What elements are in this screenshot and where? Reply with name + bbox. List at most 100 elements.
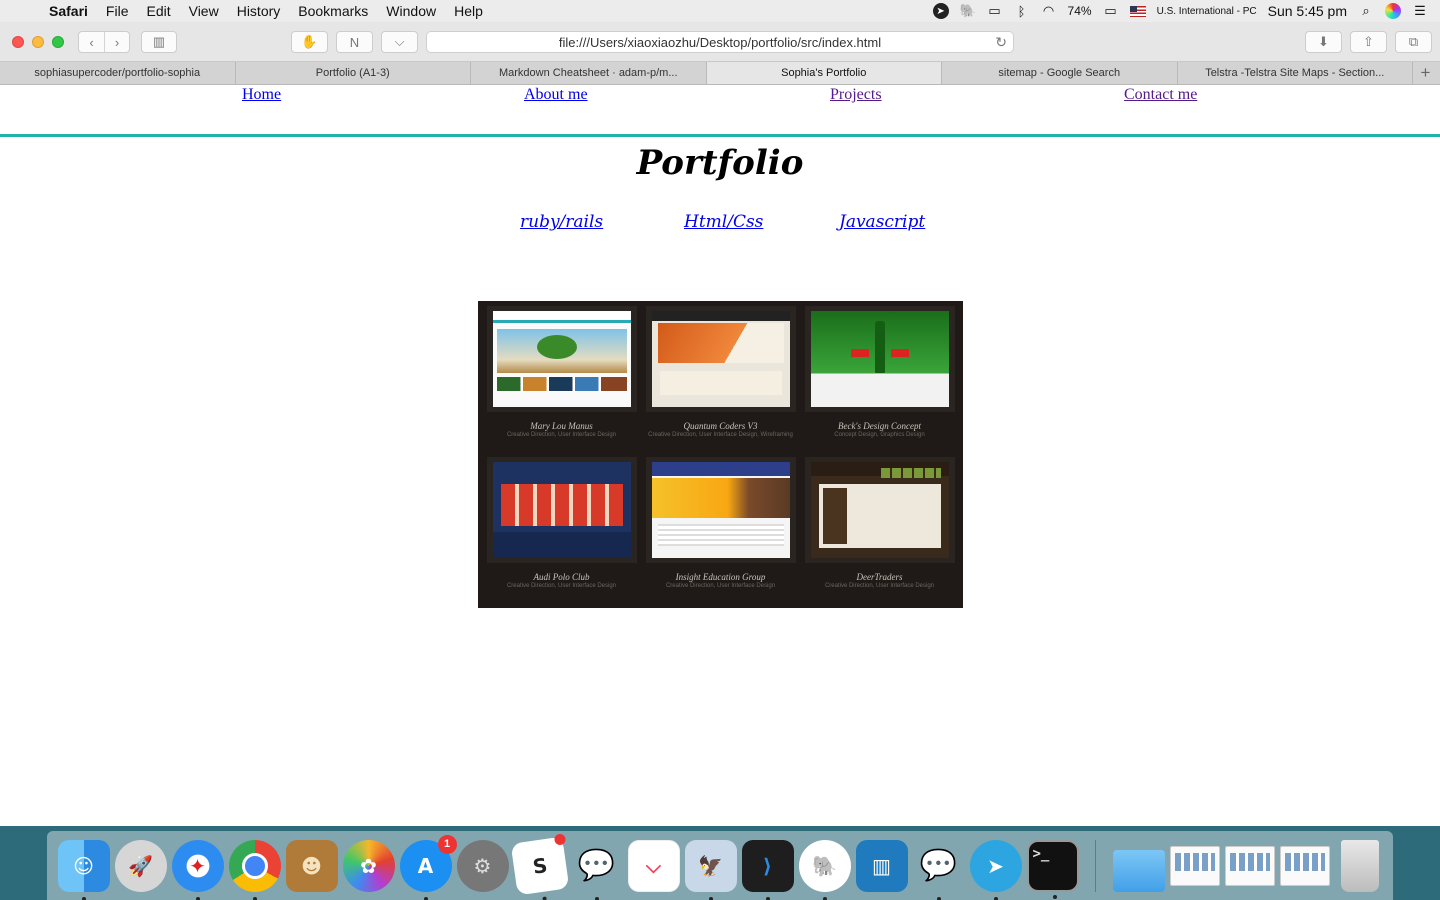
- menu-bookmarks[interactable]: Bookmarks: [289, 3, 377, 19]
- tab-telstra-site-maps[interactable]: Telstra -Telstra Site Maps - Section...: [1178, 62, 1413, 84]
- dock-trash[interactable]: [1341, 839, 1379, 892]
- battery-icon[interactable]: ▭: [1103, 3, 1119, 19]
- project-card-insight-education[interactable]: Insight Education Group Creative Directi…: [641, 455, 800, 606]
- share-button[interactable]: ⇧: [1350, 31, 1387, 53]
- dock-pocket[interactable]: ⌵: [627, 839, 680, 892]
- menu-window[interactable]: Window: [377, 3, 445, 19]
- siri-icon[interactable]: [1385, 3, 1401, 19]
- nav-about-link[interactable]: About me: [524, 86, 588, 104]
- menu-file[interactable]: File: [97, 3, 138, 19]
- tab-portfolio-a1-3[interactable]: Portfolio (A1-3): [236, 62, 471, 84]
- dock-trello[interactable]: ▥: [855, 839, 908, 892]
- menu-help[interactable]: Help: [445, 3, 492, 19]
- back-button[interactable]: ‹: [79, 32, 104, 52]
- project-card-becks-design[interactable]: Beck's Design Concept Concept Design, Gr…: [800, 304, 959, 455]
- preview-hawk-icon: 🦅: [698, 853, 723, 878]
- status-area: ➤ 🐘 ▭ ᛒ ◠ 74% ▭ U.S. International - PC …: [932, 3, 1440, 19]
- project-card-audi-polo-club[interactable]: Audi Polo Club Creative Direction, User …: [482, 455, 641, 606]
- evernote-status-icon[interactable]: 🐘: [959, 3, 975, 19]
- dock-telegram[interactable]: ➤: [969, 839, 1022, 900]
- evernote-extension-button[interactable]: ✋: [291, 31, 328, 53]
- us-flag-icon[interactable]: [1129, 5, 1146, 17]
- dock-photos[interactable]: ✿: [342, 839, 395, 892]
- sidebar-toggle-button[interactable]: ▥: [141, 31, 177, 53]
- navigation-arrow-icon[interactable]: ➤: [932, 3, 949, 19]
- address-bar[interactable]: file:///Users/xiaoxiaozhu/Desktop/portfo…: [426, 31, 1014, 53]
- project-card-quantum-coders[interactable]: Quantum Coders V3 Creative Direction, Us…: [641, 304, 800, 455]
- dock-safari[interactable]: ✦: [171, 839, 224, 900]
- category-javascript-link[interactable]: Javascript: [839, 212, 925, 232]
- dock-chrome[interactable]: [228, 839, 281, 900]
- finder-icon: ☺: [73, 853, 94, 878]
- input-source[interactable]: U.S. International - PC: [1157, 6, 1257, 17]
- menu-app-safari[interactable]: Safari: [40, 3, 97, 19]
- category-ruby-rails-link[interactable]: ruby/rails: [520, 212, 603, 232]
- project-roles: Concept Design, Graphics Design: [834, 432, 925, 438]
- menu-edit[interactable]: Edit: [137, 3, 179, 19]
- forward-button[interactable]: ›: [104, 32, 129, 52]
- sidebar-icon: ▥: [152, 34, 166, 49]
- dock-vscode[interactable]: ⟩: [741, 839, 794, 900]
- dock-separator: [1095, 839, 1096, 892]
- nav-home-link[interactable]: Home: [242, 86, 281, 104]
- download-icon: ⬇: [1318, 34, 1329, 49]
- airplay-icon[interactable]: ▭: [987, 3, 1003, 19]
- project-thumbnail: [810, 311, 949, 407]
- dock-messages[interactable]: 💬: [913, 840, 965, 900]
- wechat-bubbles-icon: 💬: [577, 848, 616, 883]
- tab-overview-button[interactable]: ⧉: [1395, 31, 1432, 53]
- dock-document-stack-1[interactable]: [1169, 845, 1220, 886]
- dock-evernote[interactable]: 🐘: [798, 839, 851, 900]
- tab-markdown-cheatsheet[interactable]: Markdown Cheatsheet · adam-p/m...: [471, 62, 707, 84]
- dock-folder-stack[interactable]: [1112, 849, 1165, 892]
- pocket-extension-button[interactable]: ⌵: [381, 31, 418, 53]
- pocket-icon: ⌵: [394, 34, 405, 49]
- tab-sophias-portfolio[interactable]: Sophia's Portfolio: [706, 62, 942, 84]
- project-roles: Creative Direction, User Interface Desig…: [824, 582, 935, 589]
- tab-sitemap-google-search[interactable]: sitemap - Google Search: [942, 62, 1178, 84]
- tab-bar: sophiasupercoder/portfolio-sophia Portfo…: [0, 62, 1440, 85]
- dock-system-preferences[interactable]: ⚙: [456, 839, 509, 892]
- dock-preview[interactable]: 🦅: [684, 839, 737, 900]
- project-card-deertraders[interactable]: DeerTraders Creative Direction, User Int…: [800, 455, 959, 606]
- spotlight-search-icon[interactable]: ⌕: [1358, 3, 1374, 19]
- menu-view[interactable]: View: [180, 3, 228, 19]
- sublime-notification-dot: [553, 832, 566, 846]
- clock[interactable]: Sun 5:45 pm: [1268, 3, 1347, 19]
- notification-center-icon[interactable]: ☰: [1412, 3, 1428, 19]
- reload-icon[interactable]: ↻: [995, 34, 1007, 51]
- browser-toolbar: ‹ › ▥ ✋ N ⌵ file:///Users/xiaoxiaozhu/De…: [0, 22, 1440, 62]
- dock-app-store[interactable]: A1: [399, 834, 457, 900]
- dock-terminal[interactable]: >_: [1026, 839, 1079, 899]
- tab-github-portfolio[interactable]: sophiasupercoder/portfolio-sophia: [0, 62, 236, 84]
- bluetooth-icon[interactable]: ᛒ: [1014, 3, 1030, 19]
- fullscreen-window-button[interactable]: [52, 36, 64, 48]
- category-html-css-link[interactable]: Html/Css: [684, 212, 763, 232]
- nav-contact-link[interactable]: Contact me: [1124, 86, 1197, 104]
- wifi-icon[interactable]: ◠: [1041, 3, 1057, 19]
- project-roles: Creative Direction, User Interface Desig…: [506, 582, 617, 589]
- nav-projects-link[interactable]: Projects: [830, 86, 882, 104]
- minimize-window-button[interactable]: [32, 36, 44, 48]
- menu-history[interactable]: History: [228, 3, 290, 19]
- sublime-s-icon: S: [530, 852, 549, 879]
- project-thumbnail: [810, 461, 949, 558]
- close-window-button[interactable]: [12, 36, 24, 48]
- dock-wechat[interactable]: 💬: [571, 840, 623, 900]
- dock-finder[interactable]: ☺: [57, 839, 110, 900]
- dock-contacts[interactable]: ☻: [285, 839, 338, 892]
- battery-percent[interactable]: 74%: [1068, 4, 1092, 18]
- dock-document-stack-3[interactable]: [1279, 845, 1330, 886]
- dock-document-stack-2[interactable]: [1224, 845, 1275, 886]
- new-tab-button[interactable]: +: [1413, 62, 1438, 84]
- dock-launchpad[interactable]: 🚀: [114, 839, 167, 892]
- project-thumbnail: [492, 311, 631, 407]
- downloads-button[interactable]: ⬇: [1305, 31, 1342, 53]
- telegram-plane-icon: ➤: [987, 853, 1004, 878]
- dock-sublime-text[interactable]: S: [510, 832, 569, 900]
- project-roles: Creative Direction, User Interface Desig…: [648, 432, 793, 438]
- project-card-mary-lou-manus[interactable]: Mary Lou Manus Creative Direction, User …: [482, 304, 641, 455]
- contacts-icon: ☻: [301, 853, 322, 878]
- onenote-extension-button[interactable]: N: [336, 31, 373, 53]
- site-nav: Home About me Projects Contact me: [0, 85, 1440, 137]
